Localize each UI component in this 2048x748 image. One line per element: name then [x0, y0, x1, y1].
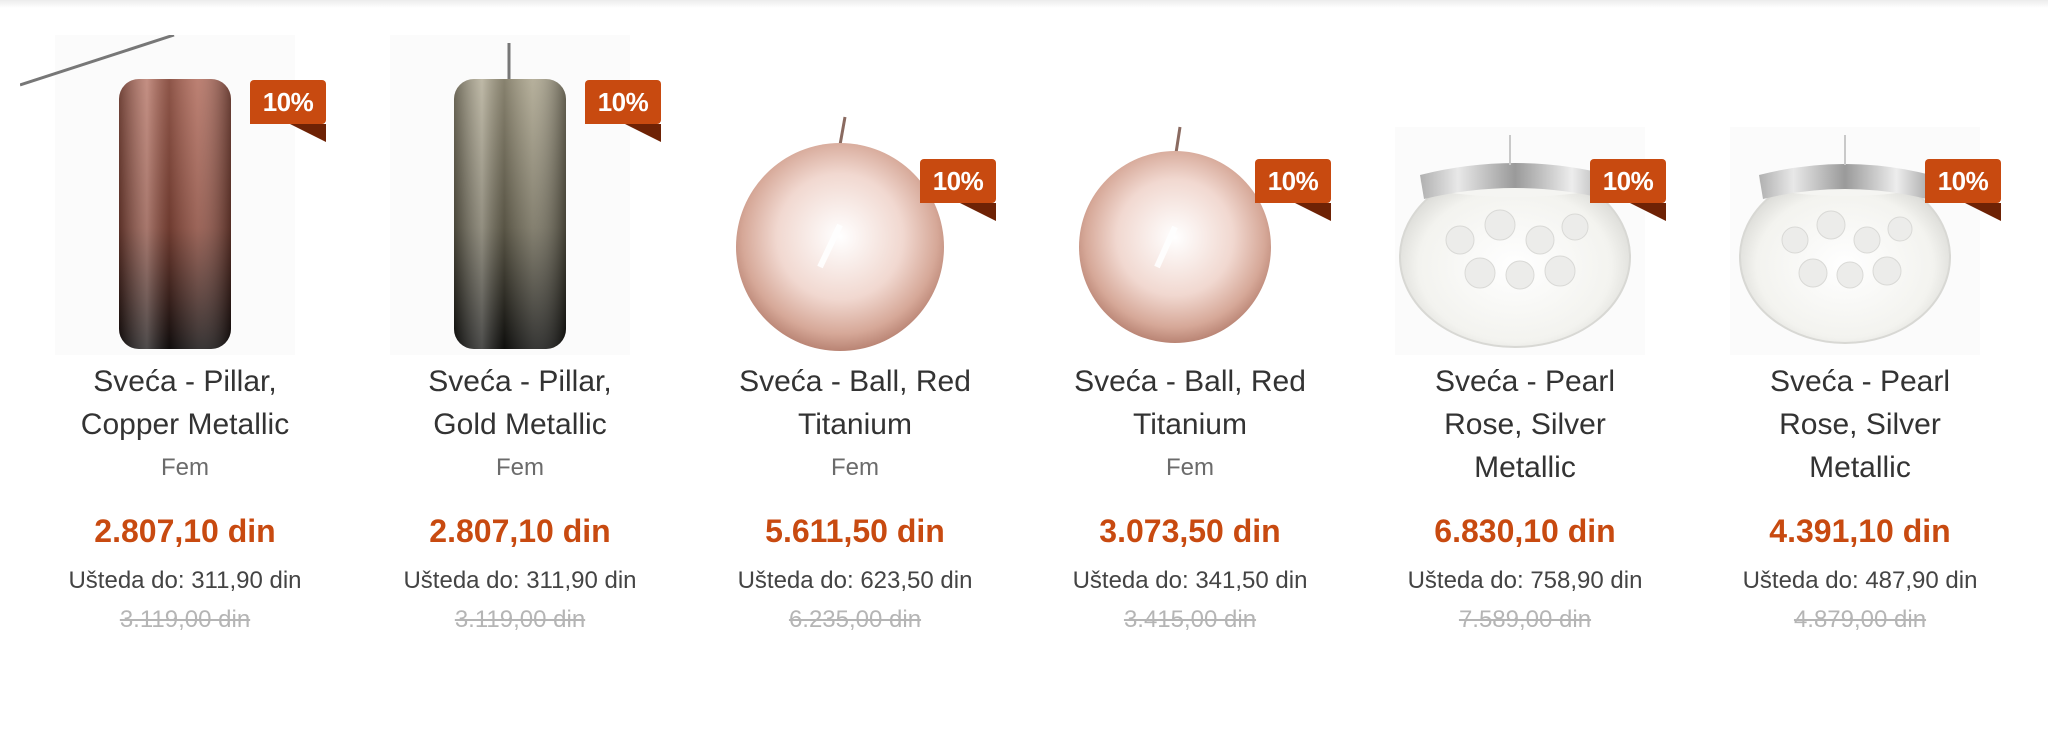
badge-fold [1965, 203, 2001, 221]
title-line[interactable]: Sveća - Ball, Red [690, 360, 1020, 403]
product-card[interactable]: 10% Sveća - Ball, Red Titanium Fem 3.073… [1025, 30, 1355, 650]
product-card[interactable]: 10% Sveća - Ball, Red Titanium Fem 5.611… [690, 30, 1020, 650]
product-card[interactable]: 10% Sveća - Pearl Rose, Silver Metallic … [1695, 30, 2025, 650]
title-line[interactable]: Gold Metallic [355, 403, 685, 446]
discount-badge: 10% [1590, 159, 1666, 221]
old-price: 3.415,00 din [1123, 606, 1257, 633]
badge-fold [1295, 203, 1331, 221]
product-image[interactable]: 10% [690, 35, 1020, 385]
discount-label: 10% [1602, 166, 1654, 196]
old-price: 3.119,00 din [454, 606, 586, 633]
product-title[interactable]: Sveća - Ball, Red Titanium Fem [1025, 360, 1355, 489]
product-image[interactable]: 10% [19, 33, 350, 385]
discount-label: 10% [597, 87, 649, 117]
discount-badge: 10% [250, 80, 326, 142]
product-image[interactable]: 10% [355, 35, 685, 385]
title-line[interactable]: Sveća - Pillar, [20, 360, 350, 403]
title-line[interactable]: Rose, Silver [1695, 403, 2025, 446]
badge-fold [625, 124, 661, 142]
saving-label: Ušteda do: 341,50 din [1072, 567, 1308, 594]
saving-label: Ušteda do: 623,50 din [737, 567, 973, 594]
product-price: 2.807,10 din [94, 513, 276, 549]
saving-label: Ušteda do: 311,90 din [403, 567, 637, 594]
product-grid: 10% Sveća - Pillar, Copper Metallic Fem … [0, 0, 2048, 748]
old-price: 3.119,00 din [119, 606, 251, 633]
product-title[interactable]: Sveća - Ball, Red Titanium Fem [690, 360, 1020, 489]
title-line[interactable]: Sveća - Pillar, [355, 360, 685, 403]
discount-label: 10% [1267, 166, 1319, 196]
discount-badge: 10% [1255, 159, 1331, 221]
old-price: 6.235,00 din [788, 606, 922, 633]
badge-fold [960, 203, 996, 221]
product-price: 4.391,10 din [1769, 513, 1951, 549]
product-title[interactable]: Sveća - Pillar, Gold Metallic Fem [355, 360, 685, 489]
brand-label: Fem [831, 454, 879, 481]
discount-label: 10% [262, 87, 314, 117]
brand-label: Fem [1166, 454, 1214, 481]
product-title[interactable]: Sveća - Pillar, Copper Metallic Fem [20, 360, 350, 489]
product-image[interactable]: 10% [1695, 35, 2025, 385]
discount-badge: 10% [585, 80, 661, 142]
title-line[interactable]: Metallic [1695, 446, 2025, 489]
product-card[interactable]: 10% Sveća - Pearl Rose, Silver Metallic … [1360, 30, 1690, 650]
discount-badge: 10% [1925, 159, 2001, 221]
badge-fold [290, 124, 326, 142]
discount-badge: 10% [920, 159, 996, 221]
saving-label: Ušteda do: 487,90 din [1742, 567, 1978, 594]
badge-fold [1630, 203, 1666, 221]
discount-label: 10% [1937, 166, 1989, 196]
product-price: 6.830,10 din [1434, 513, 1616, 549]
title-line[interactable]: Rose, Silver [1360, 403, 1690, 446]
product-title[interactable]: Sveća - Pearl Rose, Silver Metallic [1695, 360, 2025, 489]
discount-label: 10% [932, 166, 984, 196]
product-price: 2.807,10 din [429, 513, 611, 549]
title-line[interactable]: Metallic [1360, 446, 1690, 489]
brand-label: Fem [496, 454, 544, 481]
product-title[interactable]: Sveća - Pearl Rose, Silver Metallic [1360, 360, 1690, 489]
product-image[interactable]: 10% [1360, 35, 1690, 385]
product-card[interactable]: 10% Sveća - Pillar, Gold Metallic Fem 2.… [355, 30, 685, 650]
old-price: 4.879,00 din [1793, 606, 1927, 633]
brand-label: Fem [161, 454, 209, 481]
product-price: 5.611,50 din [765, 513, 945, 549]
product-image[interactable]: 10% [1025, 35, 1355, 385]
title-line[interactable]: Titanium [690, 403, 1020, 446]
saving-label: Ušteda do: 311,90 din [68, 567, 302, 594]
saving-label: Ušteda do: 758,90 din [1407, 567, 1643, 594]
title-line[interactable]: Sveća - Pearl [1695, 360, 2025, 403]
title-line[interactable]: Titanium [1025, 403, 1355, 446]
product-card[interactable]: 10% Sveća - Pillar, Copper Metallic Fem … [19, 30, 350, 650]
product-price: 3.073,50 din [1099, 513, 1281, 549]
title-line[interactable]: Copper Metallic [20, 403, 350, 446]
old-price: 7.589,00 din [1458, 606, 1592, 633]
title-line[interactable]: Sveća - Ball, Red [1025, 360, 1355, 403]
title-line[interactable]: Sveća - Pearl [1360, 360, 1690, 403]
